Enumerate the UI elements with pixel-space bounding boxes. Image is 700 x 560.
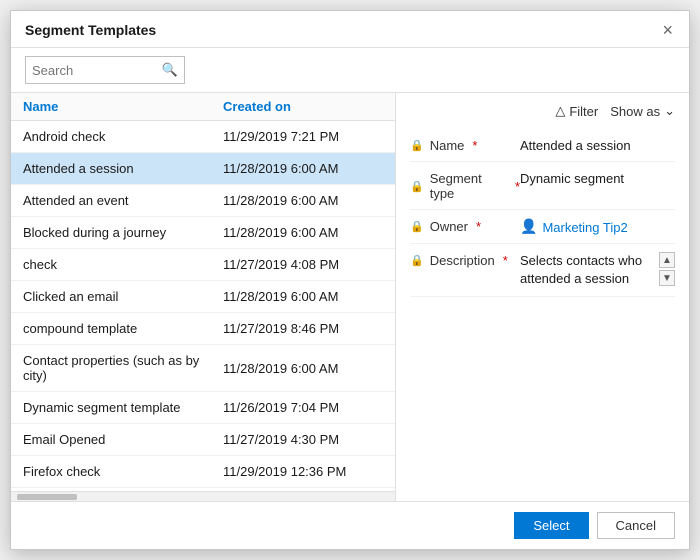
field-label-segment-type: Segment type [430,171,507,201]
row-created: 11/28/2019 6:00 AM [223,361,383,376]
field-label-wrap-owner: 🔒 Owner * [410,218,520,234]
field-value-name: Attended a session [520,137,675,153]
row-created: 11/27/2019 4:08 PM [223,257,383,272]
row-name: Dynamic segment template [23,400,223,415]
field-value-description: Selects contacts whoattended a session [520,252,649,288]
row-name: Email Opened [23,432,223,447]
row-created: 11/29/2019 12:36 PM [223,464,383,479]
description-scroll-down-button[interactable]: ▼ [659,270,675,286]
description-wrap: Selects contacts whoattended a session ▲… [520,252,675,288]
dialog-title: Segment Templates [25,22,156,38]
search-input[interactable] [32,63,162,78]
chevron-down-icon: ⌄ [664,103,675,119]
row-created: 11/28/2019 6:00 AM [223,193,383,208]
list-body: Android check 11/29/2019 7:21 PM Attende… [11,121,395,491]
lock-icon-description: 🔒 [410,254,424,267]
row-name: Firefox check [23,464,223,479]
list-row[interactable]: Blocked during a journey 11/28/2019 6:00… [11,217,395,249]
description-scroll-up-button[interactable]: ▲ [659,252,675,268]
field-row-owner: 🔒 Owner * 👤 Marketing Tip2 [410,210,675,244]
list-row[interactable]: Android check 11/29/2019 7:21 PM [11,121,395,153]
lock-icon-name: 🔒 [410,139,424,152]
show-as-button[interactable]: Show as ⌄ [610,103,675,119]
field-row-segment-type: 🔒 Segment type * Dynamic segment [410,162,675,210]
owner-wrap: 👤 Marketing Tip2 [520,218,628,235]
row-name: Clicked an email [23,289,223,304]
select-button[interactable]: Select [514,512,588,539]
scrollbar-thumb [17,494,77,500]
list-row[interactable]: compound template 11/27/2019 8:46 PM [11,313,395,345]
detail-toolbar: △ Filter Show as ⌄ [410,103,675,119]
horizontal-scrollbar[interactable] [11,491,395,501]
cancel-button[interactable]: Cancel [597,512,675,539]
row-name: Attended an event [23,193,223,208]
list-row[interactable]: Attended an event 11/28/2019 6:00 AM [11,185,395,217]
row-created: 11/28/2019 6:00 AM [223,225,383,240]
field-required-owner: * [476,219,481,234]
field-label-wrap-description: 🔒 Description * [410,252,520,268]
field-label-owner: Owner [430,219,468,234]
filter-icon: △ [555,103,565,119]
dialog-title-bar: Segment Templates × [11,11,689,48]
list-panel: Name Created on Android check 11/29/2019… [11,93,396,501]
search-input-wrapper: 🔍 [25,56,185,84]
list-row[interactable]: Clicked an email 11/28/2019 6:00 AM [11,281,395,313]
row-created: 11/28/2019 6:00 AM [223,289,383,304]
list-row[interactable]: Attended a session 11/28/2019 6:00 AM [11,153,395,185]
lock-icon-segment-type: 🔒 [410,180,424,193]
filter-button[interactable]: △ Filter [555,103,598,119]
list-header: Name Created on [11,93,395,121]
show-as-label: Show as [610,104,660,119]
row-created: 11/27/2019 8:46 PM [223,321,383,336]
person-icon: 👤 [520,218,537,235]
list-row[interactable]: Firefox check 11/29/2019 12:36 PM [11,456,395,488]
field-value-owner[interactable]: Marketing Tip2 [542,219,627,235]
list-row[interactable]: Email Opened 11/27/2019 4:30 PM [11,424,395,456]
field-row-name: 🔒 Name * Attended a session [410,129,675,162]
detail-fields: 🔒 Name * Attended a session 🔒 Segment ty… [410,129,675,297]
list-row[interactable]: check 11/27/2019 4:08 PM [11,249,395,281]
field-label-wrap-name: 🔒 Name * [410,137,520,153]
row-name: compound template [23,321,223,336]
column-name-header[interactable]: Name [23,99,223,114]
row-name: Contact properties (such as by city) [23,353,223,383]
row-name: Attended a session [23,161,223,176]
row-name: Blocked during a journey [23,225,223,240]
close-button[interactable]: × [660,21,675,39]
row-created: 11/27/2019 4:30 PM [223,432,383,447]
search-bar: 🔍 [11,48,689,93]
detail-panel: △ Filter Show as ⌄ 🔒 Name * Attended a s… [396,93,689,501]
segment-templates-dialog: Segment Templates × 🔍 Name Created on An… [10,10,690,550]
description-scroll-buttons: ▲ ▼ [659,252,675,286]
row-created: 11/29/2019 7:21 PM [223,129,383,144]
field-label-description: Description [430,253,495,268]
row-name: check [23,257,223,272]
row-created: 11/28/2019 6:00 AM [223,161,383,176]
field-row-description: 🔒 Description * Selects contacts whoatte… [410,244,675,297]
field-label-name: Name [430,138,465,153]
filter-label: Filter [569,104,598,119]
field-required-name: * [472,138,477,153]
field-value-segment-type: Dynamic segment [520,170,675,186]
main-content: Name Created on Android check 11/29/2019… [11,93,689,501]
column-created-header[interactable]: Created on [223,99,383,114]
row-name: Android check [23,129,223,144]
search-icon[interactable]: 🔍 [162,62,178,78]
field-label-wrap-segment-type: 🔒 Segment type * [410,170,520,201]
list-row[interactable]: Dynamic segment template 11/26/2019 7:04… [11,392,395,424]
lock-icon-owner: 🔒 [410,220,424,233]
list-row[interactable]: Contact properties (such as by city) 11/… [11,345,395,392]
dialog-footer: Select Cancel [11,501,689,549]
field-required-description: * [503,253,508,268]
row-created: 11/26/2019 7:04 PM [223,400,383,415]
